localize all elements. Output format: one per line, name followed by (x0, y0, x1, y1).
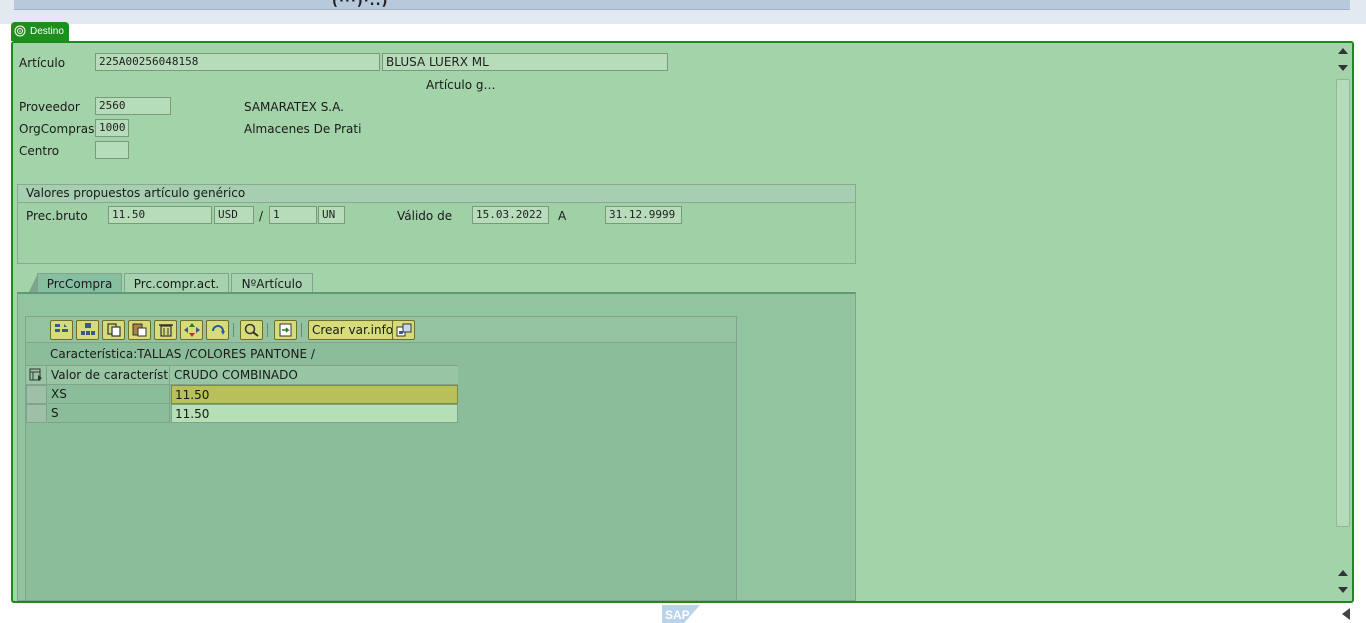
proposed-values-title: Valores propuestos artículo genérico (18, 185, 855, 203)
tab-nro-articulo[interactable]: NºArtículo (231, 273, 313, 294)
articulo-label: Artículo (19, 56, 66, 70)
toolbar-separator (233, 323, 234, 337)
valid-to-label: A (558, 209, 567, 223)
svg-text:SAP: SAP (665, 608, 690, 622)
proposed-values-group: Valores propuestos artículo genérico Pre… (17, 184, 856, 264)
articulo-description-field[interactable]: BLUSA LUERX ML (382, 53, 668, 71)
per-separator: / (259, 209, 264, 223)
tab-prccompra[interactable]: PrcCompra (28, 273, 122, 294)
scroll-down-page-icon[interactable] (1338, 65, 1348, 71)
refresh-icon[interactable] (206, 320, 229, 340)
destination-tab[interactable]: Destino (11, 22, 69, 41)
row-selector-s[interactable] (26, 404, 47, 423)
uom-field[interactable]: UN (318, 206, 345, 224)
target-icon (14, 25, 26, 37)
proveedor-label: Proveedor (19, 100, 80, 114)
header-characteristic-value: Valor de característica (48, 366, 170, 385)
window-title-bar: (···)·..) (0, 0, 1366, 24)
paste-icon[interactable] (128, 320, 151, 340)
export-icon[interactable] (274, 320, 297, 340)
toolbar-separator (301, 323, 302, 337)
sap-logo: SAP (662, 605, 700, 623)
row-selector-xs[interactable] (26, 385, 47, 404)
header-crudo-combinado: CRUDO COMBINADO (174, 368, 298, 382)
title-strip: (···)·..) (14, 0, 1350, 10)
delete-icon[interactable] (154, 320, 177, 340)
scroll-down-icon[interactable] (1338, 587, 1348, 593)
main-panel: Artículo 225A00256048158 BLUSA LUERX ML … (11, 41, 1354, 603)
scroll-up-page-icon[interactable] (1338, 570, 1348, 576)
prec-bruto-label: Prec.bruto (26, 209, 88, 223)
orgcompras-name: Almacenes De Prati (244, 122, 362, 136)
matrix-header-row: Valor de característica CRUDO COMBINADO (26, 365, 458, 385)
valid-to-field[interactable]: 31.12.9999 (605, 206, 682, 224)
tab-prc-compr-act-label: Prc.compr.act. (133, 277, 220, 291)
characteristic-line: Característica:TALLAS /COLORES PANTONE / (50, 347, 315, 361)
group-icon[interactable] (76, 320, 99, 340)
destination-tab-label: Destino (30, 26, 64, 37)
price-unit-field[interactable]: 1 (269, 206, 317, 224)
row-s-value[interactable]: 11.50 (171, 404, 458, 423)
select-all-icon[interactable] (50, 320, 73, 340)
orgcompras-field[interactable]: 1000 (95, 119, 129, 137)
scroll-thumb[interactable] (1336, 79, 1350, 527)
proveedor-name: SAMARATEX S.A. (244, 100, 344, 114)
collapse-arrow-icon[interactable] (1342, 608, 1350, 620)
matrix-toolbar: Crear var.info (26, 317, 736, 343)
create-var-info-button[interactable]: Crear var.info (308, 320, 398, 340)
orgcompras-label: OrgCompras (19, 122, 95, 136)
tab-nro-articulo-label: NºArtículo (241, 277, 303, 291)
window-title-text: (···)·..) (332, 0, 389, 9)
row-s-key: S (48, 404, 170, 423)
articulo-type-text: Artículo g… (426, 78, 496, 92)
scroll-up-icon[interactable] (1338, 48, 1348, 54)
row-xs-value[interactable]: 11.50 (171, 385, 458, 404)
tab-prc-compr-act[interactable]: Prc.compr.act. (124, 273, 229, 294)
copy-icon[interactable] (102, 320, 125, 340)
column-settings-icon[interactable] (26, 366, 47, 385)
articulo-field[interactable]: 225A00256048158 (95, 53, 380, 71)
search-icon[interactable] (240, 320, 263, 340)
valid-from-field[interactable]: 15.03.2022 (472, 206, 549, 224)
price-matrix: Crear var.info Característica:TALLAS /CO… (25, 316, 737, 601)
centro-field[interactable] (95, 141, 129, 159)
tab-prccompra-label: PrcCompra (46, 277, 113, 291)
row-xs-key: XS (48, 385, 170, 404)
prec-bruto-field[interactable]: 11.50 (108, 206, 212, 224)
proveedor-field[interactable]: 2560 (95, 97, 171, 115)
currency-field[interactable]: USD (214, 206, 254, 224)
vertical-scrollbar[interactable] (1335, 43, 1351, 601)
valid-from-label: Válido de (397, 209, 453, 223)
toolbar-separator (267, 323, 268, 337)
centro-label: Centro (19, 144, 60, 158)
move-icon[interactable] (180, 320, 203, 340)
variant-info-icon[interactable] (392, 320, 415, 340)
